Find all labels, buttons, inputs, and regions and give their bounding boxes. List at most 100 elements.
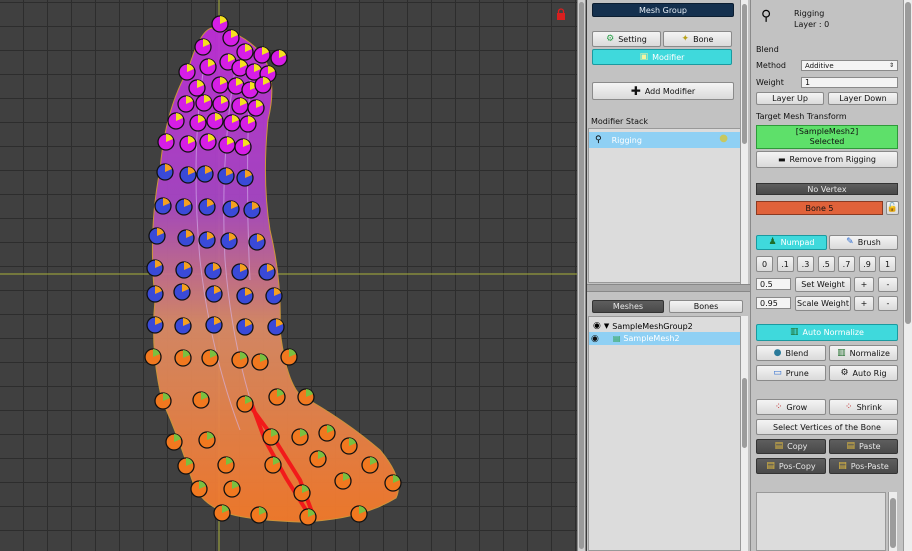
vertex-handle[interactable] bbox=[194, 38, 212, 56]
vertex-handle[interactable] bbox=[262, 428, 280, 446]
scale-weight-button[interactable]: Scale Weight bbox=[795, 296, 851, 311]
vertex-handle[interactable] bbox=[198, 231, 216, 249]
set-weight-minus-button[interactable]: - bbox=[878, 277, 898, 292]
vertex-handle[interactable] bbox=[297, 388, 315, 406]
vertex-handle[interactable] bbox=[254, 76, 272, 94]
mesh-canvas[interactable] bbox=[0, 0, 577, 551]
vertex-handle[interactable] bbox=[179, 135, 197, 153]
lightbulb-icon[interactable]: ● bbox=[719, 133, 728, 144]
lock-icon[interactable] bbox=[555, 8, 567, 20]
vertex-handle[interactable] bbox=[198, 198, 216, 216]
vertex-handle[interactable] bbox=[265, 287, 283, 305]
vertex-handle[interactable] bbox=[154, 197, 172, 215]
vertex-handle[interactable] bbox=[220, 232, 238, 250]
vertex-handle[interactable] bbox=[199, 58, 217, 76]
vertex-handle[interactable] bbox=[251, 353, 269, 371]
vertex-handle[interactable] bbox=[236, 318, 254, 336]
vertex-handle[interactable] bbox=[211, 15, 229, 33]
tab-meshes[interactable]: Meshes bbox=[592, 300, 664, 313]
vertex-handle[interactable] bbox=[189, 114, 207, 132]
vertex-handle[interactable] bbox=[243, 201, 261, 219]
visibility-icon[interactable]: ◉ bbox=[591, 334, 599, 344]
shrink-button[interactable]: ⁘ Shrink bbox=[829, 399, 898, 415]
vertex-handle[interactable] bbox=[173, 283, 191, 301]
vertex-handle[interactable] bbox=[223, 480, 241, 498]
vertex-handle[interactable] bbox=[236, 169, 254, 187]
horizontal-splitter[interactable] bbox=[587, 284, 750, 292]
vertex-handle[interactable] bbox=[148, 227, 166, 245]
vertex-handle[interactable] bbox=[280, 348, 298, 366]
vertex-handle[interactable] bbox=[167, 112, 185, 130]
vertex-handle[interactable] bbox=[234, 138, 252, 156]
modifier-stack-scrollbar[interactable] bbox=[740, 0, 748, 284]
copy-button[interactable]: ▤ Copy bbox=[756, 439, 826, 454]
vertex-handle[interactable] bbox=[198, 431, 216, 449]
vertex-handle[interactable] bbox=[199, 133, 217, 151]
vertex-handle[interactable] bbox=[231, 97, 249, 115]
auto-normalize-button[interactable]: ▥ Auto Normalize bbox=[756, 324, 898, 341]
setting-button[interactable]: ⚙ Setting bbox=[592, 31, 661, 47]
vertex-handle[interactable] bbox=[175, 261, 193, 279]
vertex-handle[interactable] bbox=[175, 198, 193, 216]
vertex-handle[interactable] bbox=[195, 94, 213, 112]
vertex-handle[interactable] bbox=[178, 63, 196, 81]
modifier-button[interactable]: ▣ Modifier bbox=[592, 49, 732, 65]
list-item-mesh[interactable]: ◉ ▤ SampleMesh2 bbox=[589, 332, 740, 345]
vertex-handle[interactable] bbox=[146, 259, 164, 277]
vertex-handle[interactable] bbox=[236, 287, 254, 305]
vertex-handle[interactable] bbox=[146, 316, 164, 334]
vertex-handle[interactable] bbox=[177, 95, 195, 113]
vertex-handle[interactable] bbox=[196, 165, 214, 183]
vertex-handle[interactable] bbox=[291, 428, 309, 446]
chevron-down-icon[interactable]: ▼ bbox=[604, 322, 609, 330]
select-vertices-button[interactable]: Select Vertices of the Bone bbox=[756, 419, 898, 435]
numpad-button[interactable]: ♟ Numpad bbox=[756, 235, 827, 250]
weight-preset-button[interactable]: 0 bbox=[756, 256, 773, 272]
vertex-handle[interactable] bbox=[361, 456, 379, 474]
vertex-handle[interactable] bbox=[258, 263, 276, 281]
vertex-handle[interactable] bbox=[206, 112, 224, 130]
list-item-mesh-group[interactable]: ◉ ▼ SampleMeshGroup2 bbox=[593, 319, 693, 333]
vertex-handle[interactable] bbox=[144, 348, 162, 366]
vertex-handle[interactable] bbox=[293, 484, 311, 502]
eye-icon[interactable]: ◉ bbox=[593, 321, 601, 331]
vertex-handle[interactable] bbox=[299, 508, 317, 526]
scale-weight-input[interactable]: 0.95 bbox=[756, 297, 791, 309]
layer-down-button[interactable]: Layer Down bbox=[828, 92, 898, 105]
bone-button[interactable]: ✦ Bone bbox=[663, 31, 732, 47]
vertex-handle[interactable] bbox=[250, 506, 268, 524]
prune-button[interactable]: ▭ Prune bbox=[756, 365, 826, 381]
vertex-handle[interactable] bbox=[268, 388, 286, 406]
weight-preset-button[interactable]: .7 bbox=[838, 256, 855, 272]
weight-preset-button[interactable]: 1 bbox=[879, 256, 896, 272]
normalize-button[interactable]: ▥ Normalize bbox=[829, 345, 898, 361]
vertex-handle[interactable] bbox=[188, 79, 206, 97]
modifier-item-rigging[interactable]: ⚲ Rigging ● bbox=[589, 132, 740, 148]
scale-weight-minus-button[interactable]: - bbox=[878, 296, 898, 311]
vertex-handle[interactable] bbox=[231, 263, 249, 281]
mesh-viewport[interactable] bbox=[0, 0, 577, 551]
vertex-handle[interactable] bbox=[179, 166, 197, 184]
vertex-handle[interactable] bbox=[205, 316, 223, 334]
vertex-handle[interactable] bbox=[174, 349, 192, 367]
vertex-handle[interactable] bbox=[154, 392, 172, 410]
vertex-handle[interactable] bbox=[190, 480, 208, 498]
method-select[interactable]: Additive ⇕ bbox=[801, 60, 898, 71]
panel-splitter[interactable] bbox=[577, 0, 586, 551]
brush-button[interactable]: ✎ Brush bbox=[829, 235, 898, 250]
vertex-handle[interactable] bbox=[267, 318, 285, 336]
vertex-handle[interactable] bbox=[146, 285, 164, 303]
vertex-handle[interactable] bbox=[192, 391, 210, 409]
vertex-handle[interactable] bbox=[174, 317, 192, 335]
vertex-handle[interactable] bbox=[156, 163, 174, 181]
pos-paste-button[interactable]: ▤ Pos-Paste bbox=[829, 458, 898, 474]
remove-from-rigging-button[interactable]: ▬ Remove from Rigging bbox=[756, 151, 898, 168]
weight-preset-button[interactable]: .3 bbox=[797, 256, 814, 272]
auto-rig-button[interactable]: ⚙ Auto Rig bbox=[829, 365, 898, 381]
vertex-handle[interactable] bbox=[253, 46, 271, 64]
vertex-handle[interactable] bbox=[350, 505, 368, 523]
set-weight-button[interactable]: Set Weight bbox=[795, 277, 851, 292]
vertex-handle[interactable] bbox=[384, 474, 402, 492]
add-modifier-button[interactable]: ✚ Add Modifier bbox=[592, 82, 734, 100]
vertex-handle[interactable] bbox=[218, 136, 236, 154]
